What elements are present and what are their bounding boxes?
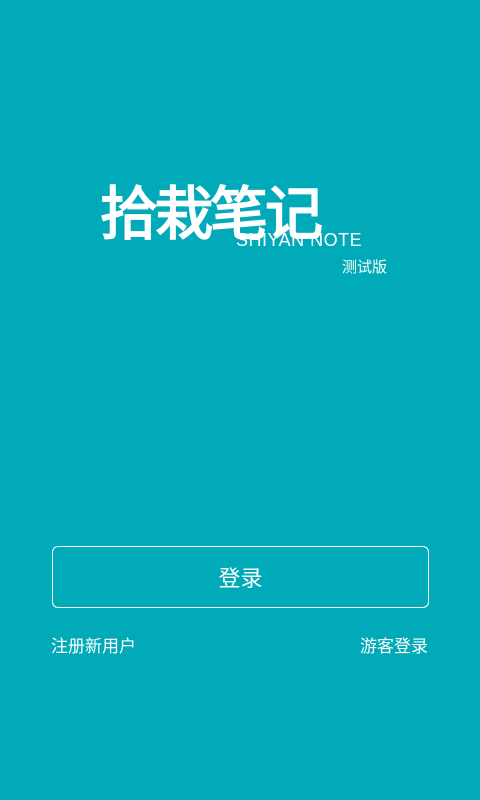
login-screen: 拾栽笔记 SHIYAN NOTE 测试版 登录 注册新用户 游客登录: [0, 0, 480, 800]
logo-english-title: SHIYAN NOTE: [236, 230, 363, 250]
app-logo: 拾栽笔记 SHIYAN NOTE 测试版: [0, 0, 480, 300]
guest-login-link[interactable]: 游客登录: [360, 632, 428, 657]
register-link[interactable]: 注册新用户: [51, 632, 136, 657]
login-button[interactable]: 登录: [52, 546, 429, 608]
edition-label: 测试版: [342, 258, 388, 276]
